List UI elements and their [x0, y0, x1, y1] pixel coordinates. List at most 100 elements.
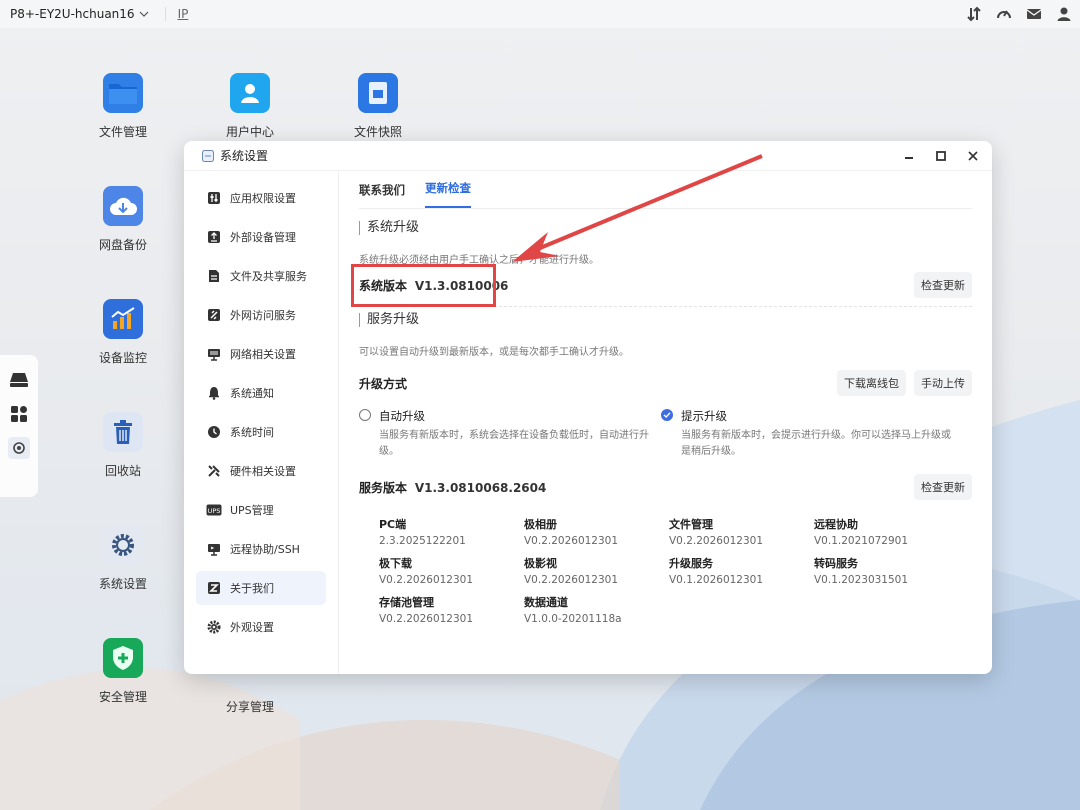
app-label: 用户中心	[225, 125, 274, 139]
remote-icon	[206, 541, 222, 557]
transfer-icon[interactable]	[964, 4, 984, 24]
option-desc: 当服务有新版本时，系统会选择在设备负载低时，自动进行升级。	[379, 430, 649, 457]
clock-icon	[206, 424, 222, 440]
desktop-app-device-monitor[interactable]: 设备监控	[73, 299, 173, 366]
sidebar-item-remote-ssh[interactable]: 远程协助/SSH	[196, 532, 326, 566]
download-offline-button[interactable]: 下载离线包	[837, 370, 906, 396]
tab-contact-us[interactable]: 联系我们	[359, 182, 405, 208]
desktop-app-security[interactable]: 安全管理	[73, 638, 173, 705]
sidebar-item-label: 网络相关设置	[230, 348, 296, 361]
sidebar-item-file-share[interactable]: 文件及共享服务	[196, 259, 326, 293]
desktop-app-user-center[interactable]: 用户中心	[200, 73, 300, 140]
desktop-app-cloud-backup[interactable]: 网盘备份	[73, 186, 173, 253]
file-share-icon	[206, 268, 222, 284]
desktop-app-system-settings[interactable]: 系统设置	[73, 525, 173, 592]
apps-grid-icon[interactable]	[8, 403, 30, 425]
service-item: 升级服务 V0.1.2026012301	[669, 557, 764, 586]
minimize-icon[interactable]	[900, 147, 918, 165]
external-device-icon	[206, 229, 222, 245]
system-upgrade-title: 系统升级	[359, 221, 972, 235]
app-label: 文件管理	[98, 125, 147, 139]
settings-shortcut-icon[interactable]	[8, 437, 30, 459]
sidebar-item-label: 外观设置	[230, 621, 274, 634]
snapshot-icon	[358, 73, 398, 113]
app-label: 网盘备份	[98, 238, 147, 252]
app-label: 系统设置	[98, 577, 147, 591]
maximize-icon[interactable]	[932, 147, 950, 165]
desktop-app-file-snapshot[interactable]: 文件快照	[328, 73, 428, 140]
option-prompt-upgrade[interactable]: 提示升级 当服务有新版本时，会提示进行升级。你可以选择马上升级或是稍后升级。	[661, 408, 963, 460]
sidebar-item-hardware[interactable]: 硬件相关设置	[196, 454, 326, 488]
service-upgrade-title: 服务升级	[359, 313, 972, 327]
system-settings-window: 系统设置 应用权限设置 外部设备管理 文件及共享服务 外网访问服务 网络相关设置…	[184, 141, 992, 674]
service-item: 极影视 V0.2.2026012301	[524, 557, 619, 586]
sliders-icon	[206, 190, 222, 206]
trash-icon	[103, 412, 143, 452]
sidebar-item-remote-access[interactable]: 外网访问服务	[196, 298, 326, 332]
service-item: 文件管理 V0.2.2026012301	[669, 518, 764, 547]
gear-icon	[103, 525, 143, 565]
app-logo-icon	[202, 149, 214, 162]
drive-icon[interactable]	[8, 369, 30, 391]
service-item: 远程协助 V0.1.2021072901	[814, 518, 909, 547]
manual-upload-button[interactable]: 手动上传	[914, 370, 972, 396]
close-icon[interactable]	[964, 147, 982, 165]
device-selector[interactable]: P8+-EY2U-hchuan16	[10, 7, 149, 21]
window-titlebar[interactable]: 系统设置	[184, 141, 992, 171]
desktop-app-share-manager[interactable]: 分享管理	[200, 690, 300, 715]
desktop-app-recycle-bin[interactable]: 回收站	[73, 412, 173, 479]
sidebar-item-label: 外部设备管理	[230, 231, 296, 244]
shield-icon	[103, 638, 143, 678]
service-item: PC端 2.3.2025122201	[379, 518, 466, 547]
upgrade-mode-options: 自动升级 当服务有新版本时，系统会选择在设备负载低时，自动进行升级。 提示升级 …	[359, 408, 972, 460]
tab-bar: 联系我们 更新检查	[359, 171, 972, 209]
service-check-update-button[interactable]: 检查更新	[914, 474, 972, 500]
service-list: PC端 2.3.2025122201 极相册 V0.2.2026012301 文件管…	[359, 516, 972, 625]
ip-button[interactable]: IP	[164, 7, 188, 21]
radio-auto-upgrade[interactable]	[359, 409, 371, 421]
option-desc: 当服务有新版本时，会提示进行升级。你可以选择马上升级或是稍后升级。	[681, 430, 951, 457]
sidebar-item-label: 外网访问服务	[230, 309, 296, 322]
service-item: 存储池管理 V0.2.2026012301	[379, 596, 474, 625]
sidebar-item-ups[interactable]: UPS UPS管理	[196, 493, 326, 527]
app-label: 安全管理	[98, 690, 147, 704]
sidebar-item-label: 文件及共享服务	[230, 270, 307, 283]
sidebar-item-about-us[interactable]: 关于我们	[196, 571, 326, 605]
settings-content: 联系我们 更新检查 系统升级 系统升级必须经由用户手工确认之后，才能进行升级。 …	[359, 171, 972, 674]
option-title: 自动升级	[379, 409, 425, 423]
desktop-app-file-manager[interactable]: 文件管理	[73, 73, 173, 140]
user-icon[interactable]	[1054, 4, 1074, 24]
sidebar-item-system-time[interactable]: 系统时间	[196, 415, 326, 449]
option-auto-upgrade[interactable]: 自动升级 当服务有新版本时，系统会选择在设备负载低时，自动进行升级。	[359, 408, 661, 460]
sidebar-item-label: 系统通知	[230, 387, 274, 400]
network-icon	[206, 346, 222, 362]
speed-gauge-icon[interactable]	[994, 4, 1014, 24]
ups-icon: UPS	[206, 502, 222, 518]
window-title: 系统设置	[220, 149, 269, 163]
sidebar-item-notifications[interactable]: 系统通知	[196, 376, 326, 410]
option-title: 提示升级	[681, 409, 727, 423]
sidebar-item-external-devices[interactable]: 外部设备管理	[196, 220, 326, 254]
sidebar-item-network[interactable]: 网络相关设置	[196, 337, 326, 371]
app-label: 分享管理	[225, 700, 274, 714]
folder-icon	[103, 73, 143, 113]
system-check-update-button[interactable]: 检查更新	[914, 272, 972, 298]
mail-icon[interactable]	[1024, 4, 1044, 24]
tab-update-check[interactable]: 更新检查	[425, 180, 471, 208]
service-version-label: 服务版本	[359, 480, 408, 495]
app-label: 回收站	[104, 464, 141, 478]
sidebar-item-appearance[interactable]: 外观设置	[196, 610, 326, 644]
radio-prompt-upgrade[interactable]	[661, 409, 673, 421]
device-name: P8+-EY2U-hchuan16	[10, 7, 135, 21]
sidebar-item-app-permissions[interactable]: 应用权限设置	[196, 181, 326, 215]
service-version-row: 服务版本 V1.3.0810068.2604 检查更新	[359, 474, 972, 500]
svg-text:UPS: UPS	[208, 507, 221, 515]
chevron-down-icon	[139, 11, 148, 17]
service-item: 极下载 V0.2.2026012301	[379, 557, 474, 586]
chart-monitor-icon	[103, 299, 143, 339]
link-icon	[206, 307, 222, 323]
about-icon	[206, 580, 222, 596]
app-label: 文件快照	[353, 125, 402, 139]
top-bar: P8+-EY2U-hchuan16 IP	[0, 0, 1080, 28]
check-icon	[663, 412, 671, 418]
